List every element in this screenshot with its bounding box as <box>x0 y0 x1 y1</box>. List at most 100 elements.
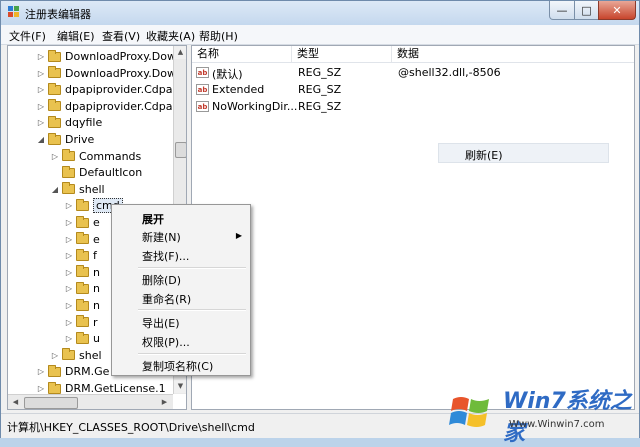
value-list-pane[interactable]: 名称 类型 数据 ab (默认) REG_SZ @shell32.dll,-8506 a… <box>191 45 635 410</box>
tree-node-label: DownloadProxy.Dow <box>65 66 176 80</box>
folder-icon <box>76 215 89 228</box>
tree-node[interactable]: DefaultIcon <box>50 164 142 181</box>
value-name: Extended <box>212 83 265 96</box>
ctx-delete[interactable]: 删除(D) <box>142 272 181 288</box>
maximize-button[interactable]: □ <box>574 1 599 20</box>
status-path: 计算机\HKEY_CLASSES_ROOT\Drive\shell\cmd <box>7 421 255 434</box>
expand-arrow-icon[interactable]: ▷ <box>36 102 46 111</box>
ctx-copy-key-name[interactable]: 复制项名称(C) <box>142 358 213 374</box>
expand-arrow-icon[interactable]: ▷ <box>36 367 46 376</box>
menu-edit[interactable]: 编辑(E) <box>57 28 95 44</box>
folder-icon <box>48 66 61 79</box>
folder-icon <box>48 364 61 377</box>
collapse-arrow-icon[interactable]: ◢ <box>50 185 60 194</box>
folder-icon <box>48 99 61 112</box>
value-row[interactable]: ab (默认) REG_SZ @shell32.dll,-8506 <box>192 65 632 82</box>
expand-arrow-icon[interactable]: ▷ <box>36 85 46 94</box>
submenu-arrow-icon: ▶ <box>235 231 242 240</box>
menu-help[interactable]: 帮助(H) <box>199 28 238 44</box>
expand-arrow-icon[interactable]: ▷ <box>36 384 46 393</box>
expand-arrow-icon[interactable]: ▷ <box>64 318 74 327</box>
expand-arrow-icon[interactable]: ▷ <box>64 334 74 343</box>
tree-node[interactable]: ▷ dpapiprovider.Cdpa <box>36 98 172 115</box>
tree-node[interactable]: ▷ dqyfile <box>36 114 102 131</box>
expand-arrow-icon[interactable]: ▷ <box>50 351 60 360</box>
column-name-header[interactable]: 名称 <box>192 46 292 62</box>
expand-arrow-icon[interactable]: ▷ <box>64 235 74 244</box>
expand-arrow-icon[interactable]: ▷ <box>50 152 60 161</box>
collapse-arrow-icon[interactable]: ◢ <box>36 135 46 144</box>
tree-node[interactable]: ▷ Commands <box>50 148 141 165</box>
title-bar[interactable]: 注册表编辑器 — □ ✕ <box>1 1 639 25</box>
tree-node[interactable]: ▷ f <box>64 247 97 264</box>
scroll-down-icon[interactable]: ▼ <box>174 380 186 393</box>
folder-icon <box>62 149 75 162</box>
value-list-header: 名称 类型 数据 <box>192 46 634 63</box>
ctx-expand[interactable]: 展开 <box>142 211 164 227</box>
value-row[interactable]: ab NoWorkingDir... REG_SZ <box>192 99 632 116</box>
tree-node[interactable]: ▷ r <box>64 314 98 331</box>
watermark-brand: Win7系统之家 <box>503 389 632 446</box>
ctx-rename[interactable]: 重命名(R) <box>142 291 191 307</box>
tree-node[interactable]: ▷ dpapiprovider.Cdpa <box>36 81 172 98</box>
tree-node[interactable]: ▷ n <box>64 297 100 314</box>
tree-node[interactable]: ▷ shel <box>50 347 102 364</box>
tree-node[interactable]: ▷ u <box>64 330 100 347</box>
ctx-export[interactable]: 导出(E) <box>142 315 180 331</box>
expand-arrow-icon[interactable]: ▷ <box>36 52 46 61</box>
minimize-button[interactable]: — <box>549 1 575 20</box>
tree-node-label: n <box>93 299 100 312</box>
watermark-url: Www.Winwin7.com <box>509 419 605 430</box>
string-value-icon: ab <box>196 67 209 78</box>
tree-node[interactable]: ▷ n <box>64 280 100 297</box>
value-row[interactable]: ab Extended REG_SZ <box>192 82 632 99</box>
refresh-menu-item[interactable]: 刷新(E) <box>465 147 503 163</box>
ctx-permissions[interactable]: 权限(P)... <box>142 334 190 350</box>
tree-node-label: Commands <box>79 149 142 163</box>
scroll-right-icon[interactable]: ▶ <box>158 396 171 409</box>
folder-icon <box>76 331 89 344</box>
ctx-find[interactable]: 查找(F)... <box>142 248 189 264</box>
tree-node-label: DefaultIcon <box>79 166 143 180</box>
tree-scroll-thumb[interactable] <box>175 142 186 158</box>
folder-icon <box>62 182 75 195</box>
expand-arrow-icon[interactable]: ▷ <box>64 251 74 260</box>
scroll-up-icon[interactable]: ▲ <box>174 46 186 59</box>
tree-node[interactable]: ◢ shell <box>50 181 105 198</box>
tree-node[interactable]: ▷ n <box>64 264 100 281</box>
expand-arrow-icon[interactable]: ▷ <box>64 301 74 310</box>
column-type-header[interactable]: 类型 <box>292 46 392 62</box>
tree-node[interactable]: ▷ e <box>64 231 100 248</box>
tree-hscroll-thumb[interactable] <box>24 397 78 409</box>
tree-node[interactable]: ▷ DRM.Ge <box>36 363 109 380</box>
close-button[interactable]: ✕ <box>598 1 636 20</box>
expand-arrow-icon[interactable]: ▷ <box>64 268 74 277</box>
ctx-separator <box>138 353 246 355</box>
scroll-left-icon[interactable]: ◀ <box>9 396 22 409</box>
tree-node[interactable]: ▷ DownloadProxy.Dow <box>36 48 176 65</box>
menu-file[interactable]: 文件(F) <box>9 28 46 44</box>
registry-editor-window: 注册表编辑器 — □ ✕ 文件(F) 编辑(E) 查看(V) 收藏夹(A) 帮助… <box>0 0 640 446</box>
expand-arrow-icon[interactable]: ▷ <box>64 218 74 227</box>
tree-node-label: n <box>93 265 100 279</box>
menu-view[interactable]: 查看(V) <box>102 28 140 44</box>
folder-icon <box>48 49 61 62</box>
tree-node-label: shell <box>79 182 105 196</box>
expand-arrow-icon[interactable]: ▷ <box>36 118 46 127</box>
menu-favorites[interactable]: 收藏夹(A) <box>146 28 195 44</box>
tree-horizontal-scrollbar[interactable]: ◀ ▶ <box>8 394 173 409</box>
expand-arrow-icon[interactable]: ▷ <box>64 284 74 293</box>
column-data-header[interactable]: 数据 <box>392 46 634 62</box>
tree-node[interactable]: ◢ Drive <box>36 131 94 148</box>
tree-node-label: Drive <box>65 133 95 146</box>
tree-node-label: dpapiprovider.Cdpa <box>65 83 173 97</box>
folder-icon <box>62 348 75 361</box>
tree-node-label: shel <box>79 348 102 362</box>
expand-arrow-icon[interactable]: ▷ <box>64 201 74 210</box>
value-name: (默认) <box>212 68 243 81</box>
folder-icon <box>48 115 61 128</box>
tree-node[interactable]: ▷ DownloadProxy.Dow <box>36 65 176 82</box>
expand-arrow-icon[interactable]: ▷ <box>36 69 46 78</box>
tree-node[interactable]: ▷ e <box>64 214 100 231</box>
ctx-new[interactable]: 新建(N) <box>142 229 181 245</box>
